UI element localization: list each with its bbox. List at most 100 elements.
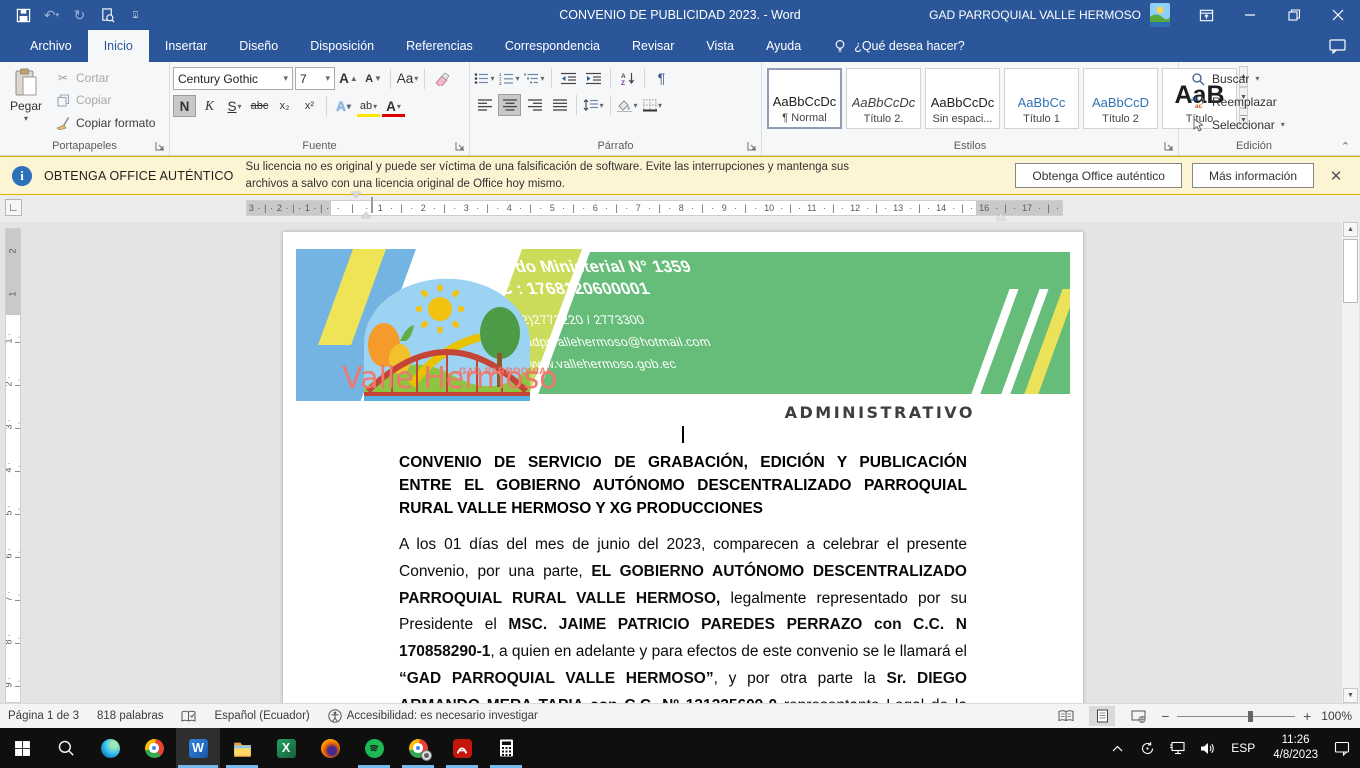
minimize-button[interactable]: [1228, 0, 1272, 30]
tab-revisar[interactable]: Revisar: [616, 30, 690, 62]
scroll-up-arrow[interactable]: ▲: [1343, 222, 1358, 237]
tray-sync-icon[interactable]: [1133, 728, 1161, 768]
comments-icon[interactable]: [1329, 39, 1346, 54]
print-preview-icon[interactable]: [94, 3, 121, 27]
style-t-tulo-2[interactable]: AaBbCcDTítulo 2: [1083, 68, 1158, 129]
accessibility-status[interactable]: Accesibilidad: es necesario investigar: [328, 709, 538, 723]
word-count[interactable]: 818 palabras: [97, 710, 164, 722]
change-case-button[interactable]: Aa▾: [396, 68, 419, 90]
taskbar-spotify-icon[interactable]: [352, 728, 396, 768]
collapse-ribbon-icon[interactable]: ⌃: [1341, 140, 1350, 153]
increase-indent-button[interactable]: [582, 67, 605, 89]
document-title-paragraph[interactable]: CONVENIO DE SERVICIO DE GRABACIÓN, EDICI…: [399, 451, 967, 520]
document-body-paragraph[interactable]: A los 01 días del mes de junio del 2023,…: [399, 532, 967, 703]
font-dialog-launcher[interactable]: [455, 141, 466, 152]
notice-close-icon[interactable]: ✕: [1324, 167, 1348, 185]
document-page[interactable]: Acuerdo Ministerial N° 1359 RUC : 176812…: [283, 232, 1083, 703]
tell-me-box[interactable]: ¿Qué desea hacer?: [833, 30, 965, 62]
style-sin-espaci-[interactable]: AaBbCcDcSin espaci...: [925, 68, 1000, 129]
page-indicator[interactable]: Página 1 de 3: [8, 710, 79, 722]
decrease-indent-button[interactable]: [557, 67, 580, 89]
taskbar-search-button-icon[interactable]: [44, 728, 88, 768]
taskbar-file-explorer-icon[interactable]: [220, 728, 264, 768]
shading-button[interactable]: ▾: [616, 94, 639, 116]
read-mode-button[interactable]: [1053, 706, 1079, 726]
taskbar-acrobat-icon[interactable]: [440, 728, 484, 768]
account-logo-icon[interactable]: [1150, 3, 1170, 27]
get-genuine-office-button[interactable]: Obtenga Office auténtico: [1015, 163, 1182, 188]
justify-button[interactable]: [548, 94, 571, 116]
italic-button[interactable]: K: [198, 95, 221, 117]
clear-formatting-button[interactable]: [430, 68, 453, 90]
language-indicator[interactable]: Español (Ecuador): [214, 710, 309, 722]
right-indent-marker[interactable]: [996, 208, 1006, 220]
ribbon-display-options-icon[interactable]: [1184, 0, 1228, 30]
learn-more-button[interactable]: Más información: [1192, 163, 1314, 188]
zoom-in-icon[interactable]: +: [1303, 708, 1311, 724]
department-label[interactable]: ADMINISTRATIVO: [296, 403, 1070, 422]
tab-insertar[interactable]: Insertar: [149, 30, 223, 62]
font-color-button[interactable]: A▾: [382, 95, 405, 117]
taskbar-chrome-profile-icon[interactable]: [396, 728, 440, 768]
clock[interactable]: 11:264/8/2023: [1265, 733, 1326, 763]
tray-chevron-icon[interactable]: [1103, 728, 1131, 768]
left-indent-marker[interactable]: [351, 198, 361, 222]
redo-icon[interactable]: ↻: [66, 3, 93, 27]
align-right-button[interactable]: [523, 94, 546, 116]
scroll-down-arrow[interactable]: ▼: [1343, 688, 1358, 703]
taskbar-chrome-icon[interactable]: [132, 728, 176, 768]
taskbar-word-icon[interactable]: W: [176, 728, 220, 768]
bold-button[interactable]: N: [173, 95, 196, 117]
account-name[interactable]: GAD PARROQUIAL VALLE HERMOSO: [929, 8, 1141, 22]
tab-inicio[interactable]: Inicio: [88, 30, 149, 62]
tab-referencias[interactable]: Referencias: [390, 30, 489, 62]
grow-font-button[interactable]: A▲: [337, 68, 360, 90]
customize-qat-icon[interactable]: ⍗: [122, 3, 149, 27]
font-size-select[interactable]: 7▾: [295, 67, 335, 90]
subscript-button[interactable]: x₂: [273, 95, 296, 117]
document-text-column[interactable]: CONVENIO DE SERVICIO DE GRABACIÓN, EDICI…: [296, 426, 1070, 703]
superscript-button[interactable]: x²: [298, 95, 321, 117]
taskbar-start-button-icon[interactable]: [0, 728, 44, 768]
tab-ayuda[interactable]: Ayuda: [750, 30, 817, 62]
taskbar-calculator-icon[interactable]: [484, 728, 528, 768]
find-button[interactable]: Buscar▾: [1190, 69, 1285, 88]
taskbar-excel-icon[interactable]: X: [264, 728, 308, 768]
text-effects-button[interactable]: A▾: [332, 95, 355, 117]
web-layout-button[interactable]: [1125, 706, 1151, 726]
borders-button[interactable]: ▾: [641, 94, 664, 116]
undo-icon[interactable]: ↶▾: [38, 3, 65, 27]
zoom-out-icon[interactable]: −: [1161, 708, 1169, 724]
zoom-slider[interactable]: − +: [1161, 708, 1311, 724]
zoom-level[interactable]: 100%: [1321, 709, 1352, 723]
letterhead-banner[interactable]: Acuerdo Ministerial N° 1359 RUC : 176812…: [296, 249, 1070, 401]
scrollbar-thumb[interactable]: [1343, 239, 1358, 303]
tab-correspondencia[interactable]: Correspondencia: [489, 30, 616, 62]
style--normal[interactable]: AaBbCcDc¶ Normal: [767, 68, 842, 129]
align-left-button[interactable]: [473, 94, 496, 116]
taskbar-edge-icon[interactable]: [88, 728, 132, 768]
close-button[interactable]: [1316, 0, 1360, 30]
zoom-handle[interactable]: [1248, 711, 1253, 722]
bullets-button[interactable]: ▾: [473, 67, 496, 89]
tab-vista[interactable]: Vista: [690, 30, 750, 62]
copy-button[interactable]: Copiar: [52, 90, 158, 111]
clipboard-dialog-launcher[interactable]: [155, 141, 166, 152]
speaker-icon[interactable]: [1193, 728, 1221, 768]
multilevel-list-button[interactable]: ▾: [523, 67, 546, 89]
highlight-button[interactable]: ab▾: [357, 95, 380, 117]
network-icon[interactable]: [1163, 728, 1191, 768]
cut-button[interactable]: ✂Cortar: [52, 67, 158, 88]
paragraph-dialog-launcher[interactable]: [747, 141, 758, 152]
paste-button[interactable]: Pegar▾: [3, 65, 49, 137]
restore-button[interactable]: [1272, 0, 1316, 30]
tab-disposicion[interactable]: Disposición: [294, 30, 390, 62]
style-t-tulo-1[interactable]: AaBbCcTítulo 1: [1004, 68, 1079, 129]
taskbar-firefox-icon[interactable]: [308, 728, 352, 768]
sort-button[interactable]: AZ: [616, 67, 639, 89]
tab-diseno[interactable]: Diseño: [223, 30, 294, 62]
tab-archivo[interactable]: Archivo: [14, 30, 88, 62]
numbering-button[interactable]: 123▾: [498, 67, 521, 89]
shrink-font-button[interactable]: A▼: [362, 68, 385, 90]
format-painter-button[interactable]: Copiar formato: [52, 112, 158, 133]
